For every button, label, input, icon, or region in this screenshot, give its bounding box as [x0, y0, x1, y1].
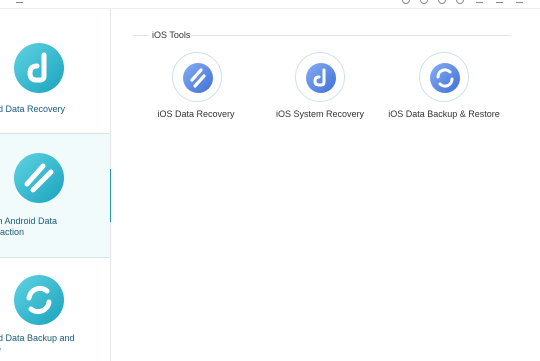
account-icon[interactable]	[420, 0, 428, 4]
cart-icon[interactable]	[438, 0, 446, 4]
titlebar-partial-icon	[16, 2, 23, 3]
tool-label: iOS Data Recovery	[157, 109, 235, 119]
tool-ios-system-recovery[interactable]: iOS System Recovery	[255, 52, 385, 132]
tool-icon-circle	[172, 52, 222, 102]
main-content: iOS Tools iOS Data Recovery iOS System R…	[111, 9, 540, 361]
ios-data-backup-restore-icon	[430, 63, 460, 93]
feedback-icon[interactable]	[402, 0, 410, 4]
tool-icon-circle	[419, 52, 469, 102]
tool-label: iOS System Recovery	[275, 109, 365, 119]
sidebar-item-android-data-backup-restore[interactable]: roid Data Backup and ore	[0, 258, 110, 361]
section-title: iOS Tools	[152, 30, 191, 40]
tool-icon-circle	[295, 52, 345, 102]
section-divider	[191, 35, 511, 36]
tool-label: iOS Data Backup & Restore	[388, 109, 500, 119]
android-data-recovery-icon	[14, 43, 64, 93]
maximize-icon[interactable]	[496, 2, 503, 3]
sidebar-item-label: ken Android Data action	[0, 216, 58, 237]
tool-ios-data-recovery[interactable]: iOS Data Recovery	[131, 52, 261, 132]
android-data-backup-restore-icon	[14, 275, 64, 325]
close-icon[interactable]	[516, 2, 523, 3]
minimize-icon[interactable]	[476, 2, 483, 3]
section-divider	[133, 35, 149, 36]
sidebar: roid Data Recovery ken Android Data acti…	[0, 9, 111, 361]
sidebar-item-broken-android-data-extraction[interactable]: ken Android Data action	[0, 134, 110, 258]
ios-data-recovery-icon	[183, 63, 213, 93]
menu-icon[interactable]	[456, 0, 464, 4]
sidebar-item-label: roid Data Backup and ore	[0, 333, 75, 354]
broken-android-data-extraction-icon	[14, 153, 64, 203]
tool-ios-data-backup-restore[interactable]: iOS Data Backup & Restore	[379, 52, 509, 132]
sidebar-item-android-data-recovery[interactable]: roid Data Recovery	[0, 9, 110, 134]
ios-system-recovery-icon	[306, 63, 336, 93]
window-titlebar	[0, 0, 540, 9]
sidebar-item-label: roid Data Recovery	[0, 104, 66, 114]
